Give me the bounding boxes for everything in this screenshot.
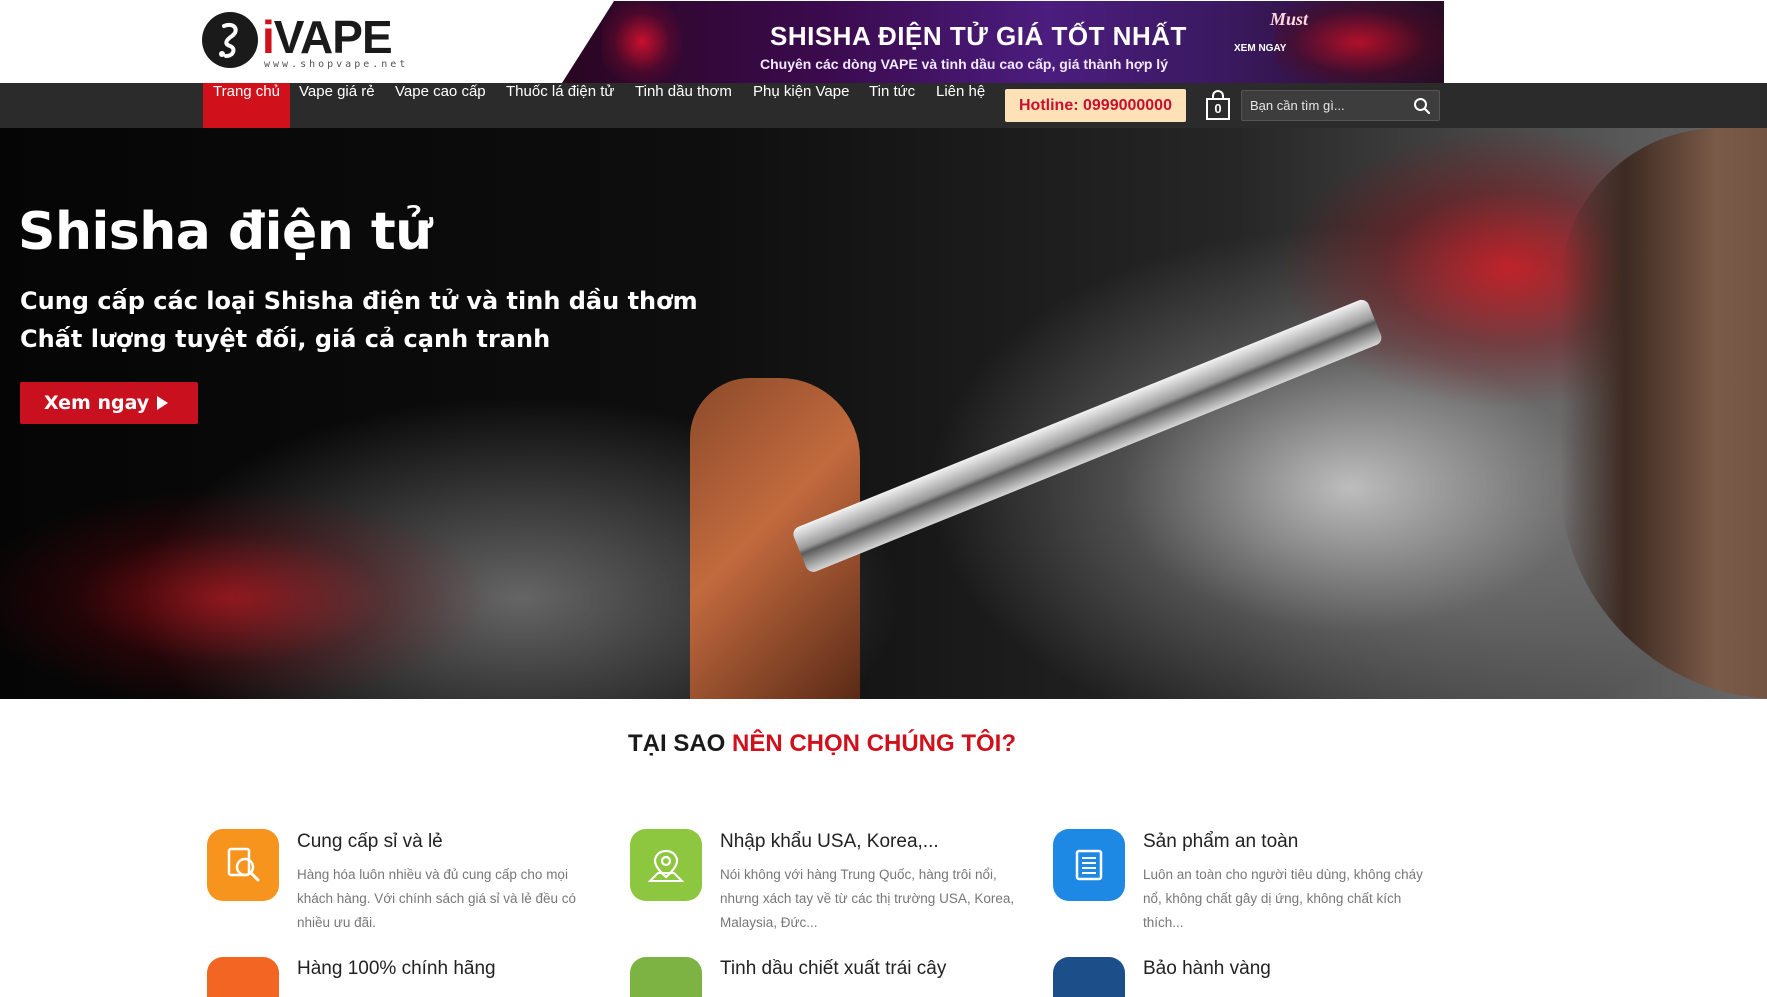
- nav-item-phu-kien-vape[interactable]: Phụ kiện Vape: [753, 83, 849, 128]
- search-input[interactable]: [1250, 91, 1410, 120]
- hotline-button[interactable]: Hotline: 0999000000: [1005, 89, 1186, 122]
- promo-banner[interactable]: SHISHA ĐIỆN TỬ GIÁ TỐT NHẤT Chuyên các d…: [562, 1, 1444, 83]
- feature-title[interactable]: Bảo hành vàng: [1143, 958, 1271, 980]
- search-icon[interactable]: [1413, 97, 1431, 115]
- logo-mark-icon: [202, 12, 258, 68]
- top-header: iVAPE www.shopvape.net SHISHA ĐIỆN TỬ GI…: [0, 0, 1767, 83]
- feature-icon: [1053, 957, 1125, 997]
- site-logo[interactable]: iVAPE www.shopvape.net: [202, 12, 417, 72]
- search-box: [1241, 90, 1440, 121]
- feature-icon: [630, 957, 702, 997]
- play-arrow-icon: [157, 396, 169, 410]
- nav-item-lien-he[interactable]: Liên hệ: [936, 83, 985, 128]
- hero-vape-image: [791, 297, 1384, 575]
- section-title-prefix: TẠI SAO: [627, 730, 732, 757]
- banner-cta[interactable]: XEM NGAY: [1234, 43, 1286, 54]
- cart-count: 0: [1206, 98, 1230, 120]
- feature-card: Bảo hành vàng: [1053, 829, 1453, 997]
- feature-icon: [207, 957, 279, 997]
- hero-subtitle-1: Cung cấp các loại Shisha điện tử và tinh…: [20, 287, 698, 315]
- nav-item-tin-tuc[interactable]: Tin tức: [869, 83, 915, 128]
- nav-item-vape-gia-re[interactable]: Vape giá rẻ: [299, 83, 375, 128]
- hero-face-image: [1560, 128, 1767, 699]
- nav-item-home[interactable]: Trang chủ: [203, 83, 290, 128]
- cart-button[interactable]: 0: [1206, 90, 1230, 120]
- section-title-accent: NÊN CHỌN CHÚNG TÔI?: [732, 730, 1016, 757]
- banner-subtitle: Chuyên các dòng VAPE và tinh dầu cao cấp…: [760, 56, 1168, 72]
- feature-card: Hàng 100% chính hãng: [207, 829, 607, 997]
- nav-item-thuoc-la-dien-tu[interactable]: Thuốc lá điện tử: [506, 83, 614, 128]
- hero-cta-label: Xem ngay: [44, 392, 150, 414]
- hero-cta-button[interactable]: Xem ngay: [20, 382, 198, 424]
- banner-brand: Must: [1270, 9, 1309, 29]
- main-nav: Trang chủ Vape giá rẻ Vape cao cấp Thuốc…: [0, 83, 1767, 128]
- banner-edge: [562, 1, 614, 83]
- hero-title: Shisha điện tử: [18, 202, 432, 262]
- banner-decoration: [602, 1, 682, 83]
- section-title: TẠI SAO NÊN CHỌN CHÚNG TÔI?: [0, 730, 1644, 758]
- logo-text: iVAPE: [262, 11, 393, 63]
- hero-subtitle-2: Chất lượng tuyệt đối, giá cả cạnh tranh: [20, 325, 551, 353]
- logo-url: www.shopvape.net: [264, 59, 409, 70]
- feature-card: Tinh dầu chiết xuất trái cây: [630, 829, 1030, 997]
- nav-item-vape-cao-cap[interactable]: Vape cao cấp: [395, 83, 486, 128]
- feature-title[interactable]: Tinh dầu chiết xuất trái cây: [720, 958, 946, 980]
- nav-item-tinh-dau-thom[interactable]: Tinh dầu thơm: [635, 83, 732, 128]
- banner-title: SHISHA ĐIỆN TỬ GIÁ TỐT NHẤT: [770, 21, 1187, 51]
- feature-title[interactable]: Hàng 100% chính hãng: [297, 958, 496, 980]
